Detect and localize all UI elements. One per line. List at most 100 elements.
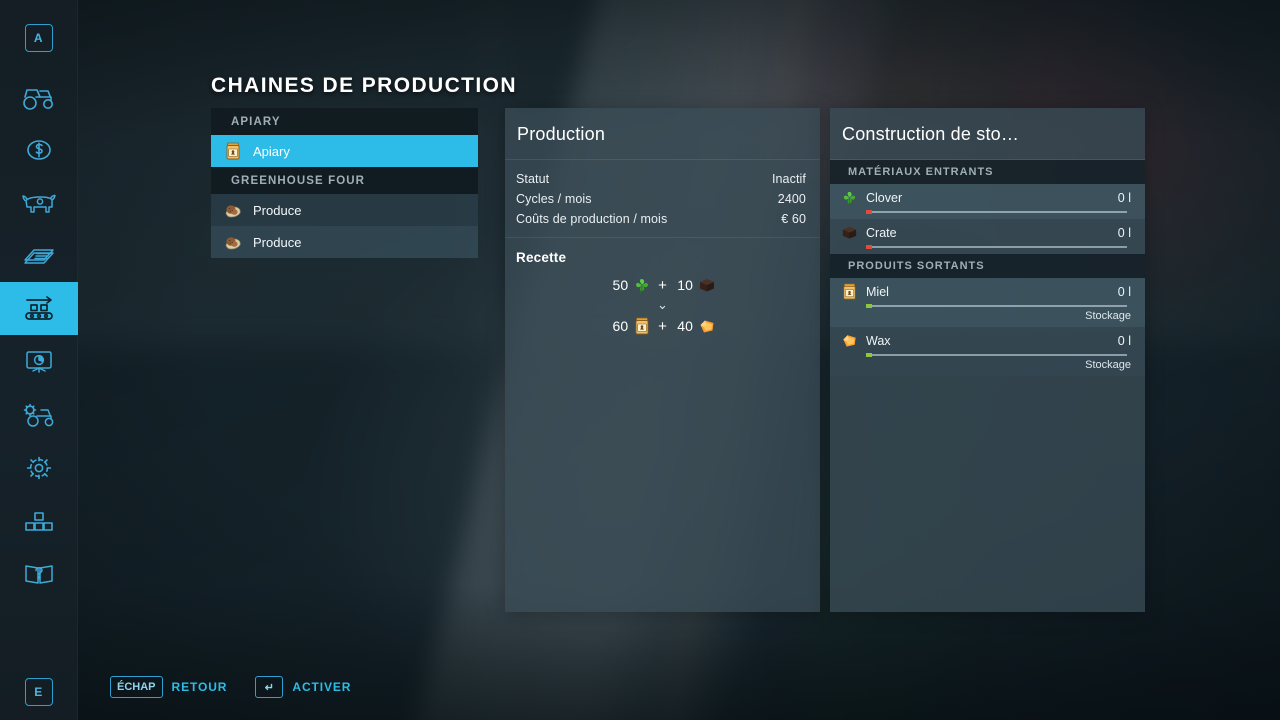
wax-icon xyxy=(700,320,714,333)
fill-bar-track xyxy=(866,354,1127,356)
sidebar-rail: A E xyxy=(0,0,78,720)
blocks-icon xyxy=(20,506,58,536)
fill-bar-track xyxy=(866,305,1127,307)
recipe-separator: + xyxy=(658,276,667,294)
fill-bar xyxy=(866,245,1131,249)
page-title: CHAINES DE PRODUCTION xyxy=(211,74,517,97)
honey-jar-icon xyxy=(226,142,240,160)
fill-bar xyxy=(866,304,1131,308)
list-group-header: GREENHOUSE FOUR xyxy=(211,167,478,194)
tractor-icon xyxy=(20,82,58,112)
list-item-produce-1[interactable]: Produce xyxy=(211,194,478,226)
fill-row-miel[interactable]: Miel 0 l Stockage xyxy=(830,278,1145,327)
tractor-settings-icon xyxy=(20,400,58,430)
stat-row-cycles: Cycles / mois 2400 xyxy=(505,189,820,209)
recipe-input-amount: 50 xyxy=(612,277,629,293)
production-panel: Production Statut Inactif Cycles / mois … xyxy=(505,108,820,612)
list-item-apiary[interactable]: Apiary xyxy=(211,135,478,167)
storage-panel: Construction de sto… MATÉRIAUX ENTRANTS … xyxy=(830,108,1145,612)
fill-row-wax[interactable]: Wax 0 l Stockage xyxy=(830,327,1145,376)
recipe-separator: + xyxy=(658,317,667,335)
sidebar-item-animals[interactable] xyxy=(0,176,78,229)
sidebar-items xyxy=(0,70,78,600)
sidebar-item-statistics[interactable] xyxy=(0,335,78,388)
honey-jar-icon xyxy=(635,317,649,335)
sidebar-item-vehicles[interactable] xyxy=(0,70,78,123)
fill-bar-track xyxy=(866,246,1127,248)
fill-name: Miel xyxy=(866,284,889,299)
sidebar-item-construction[interactable] xyxy=(0,494,78,547)
fill-bar-marker xyxy=(866,304,872,308)
rail-key-prev[interactable]: A xyxy=(24,24,53,52)
cow-icon xyxy=(20,188,58,218)
fill-bar xyxy=(866,210,1131,214)
fill-quantity: 0 l xyxy=(1117,333,1131,348)
production-panel-title: Production xyxy=(517,124,606,144)
list-item-produce-2[interactable]: Produce xyxy=(211,226,478,258)
fill-row-crate[interactable]: Crate 0 l xyxy=(830,219,1145,254)
sidebar-item-settings[interactable] xyxy=(0,441,78,494)
fill-bar xyxy=(866,353,1131,357)
conveyor-icon xyxy=(20,294,58,324)
clover-icon xyxy=(843,191,856,205)
fill-name: Clover xyxy=(866,190,903,205)
recipe-input-amount: 10 xyxy=(677,277,693,293)
stat-row-status: Statut Inactif xyxy=(505,169,820,189)
honey-jar-icon xyxy=(843,283,856,300)
list-group-header: APIARY xyxy=(211,108,478,135)
sidebar-item-contracts[interactable] xyxy=(0,229,78,282)
key-enter: ↵ xyxy=(255,676,284,698)
recipe-diagram: 50 + 10 ⌄ 60 + 40 xyxy=(505,275,820,336)
fill-bar-marker xyxy=(866,245,872,249)
monitor-icon xyxy=(20,347,58,377)
recipe-outputs: 60 + 40 xyxy=(608,316,717,336)
fill-row-clover[interactable]: Clover 0 l xyxy=(830,184,1145,219)
recipe-heading: Recette xyxy=(516,250,567,265)
sidebar-item-production-chains[interactable] xyxy=(0,282,78,335)
fill-quantity: 0 l xyxy=(1117,190,1131,205)
storage-panel-title: Construction de sto… xyxy=(842,124,1020,144)
key-escape: ÉCHAP xyxy=(110,676,163,698)
fill-bar-marker xyxy=(866,210,872,214)
production-list: APIARY Apiary GREENHOUSE FOUR Produce Pr… xyxy=(211,108,478,258)
wax-icon xyxy=(843,335,856,347)
fill-bar-marker xyxy=(866,353,872,357)
fill-name: Wax xyxy=(866,333,891,348)
fill-name: Crate xyxy=(866,225,897,240)
footer-hints: ÉCHAP RETOUR ↵ ACTIVER xyxy=(0,654,1280,720)
stat-value: 2400 xyxy=(777,192,806,206)
clover-icon xyxy=(636,279,649,293)
crate-icon xyxy=(842,226,857,239)
stat-label: Statut xyxy=(516,172,550,186)
recipe-arrow-icon: ⌄ xyxy=(657,297,668,312)
recipe-output-amount: 40 xyxy=(677,318,693,334)
recipe-inputs: 50 + 10 xyxy=(608,275,717,295)
fill-stock-label: Stockage xyxy=(1085,310,1131,322)
section-header-outputs: PRODUITS SORTANTS xyxy=(830,254,1145,278)
production-stats: Statut Inactif Cycles / mois 2400 Coûts … xyxy=(505,160,820,229)
list-item-label: Produce xyxy=(253,234,302,250)
list-item-label: Apiary xyxy=(253,143,290,159)
hint-activate[interactable]: ↵ ACTIVER xyxy=(255,676,351,698)
stat-row-costs: Coûts de production / mois € 60 xyxy=(505,209,820,229)
fill-bar-track xyxy=(866,211,1127,213)
documents-icon xyxy=(20,241,58,271)
gear-icon xyxy=(20,453,58,483)
hint-back-label: RETOUR xyxy=(171,680,228,694)
recipe-output-amount: 60 xyxy=(612,318,629,334)
produce-icon xyxy=(225,237,241,250)
fill-quantity: 0 l xyxy=(1117,225,1131,240)
fill-row-top: Clover 0 l xyxy=(840,188,1131,207)
section-header-inputs: MATÉRIAUX ENTRANTS xyxy=(830,160,1145,184)
sidebar-item-help[interactable] xyxy=(0,547,78,600)
produce-icon xyxy=(225,205,241,218)
sidebar-item-vehicle-settings[interactable] xyxy=(0,388,78,441)
crate-icon xyxy=(699,279,714,292)
stat-label: Cycles / mois xyxy=(516,192,592,206)
hint-back[interactable]: ÉCHAP RETOUR xyxy=(110,676,227,698)
sidebar-item-finances[interactable] xyxy=(0,123,78,176)
money-icon xyxy=(20,135,58,165)
help-book-icon xyxy=(20,559,58,589)
hint-activate-label: ACTIVER xyxy=(292,680,352,694)
stat-value: Inactif xyxy=(771,172,806,186)
